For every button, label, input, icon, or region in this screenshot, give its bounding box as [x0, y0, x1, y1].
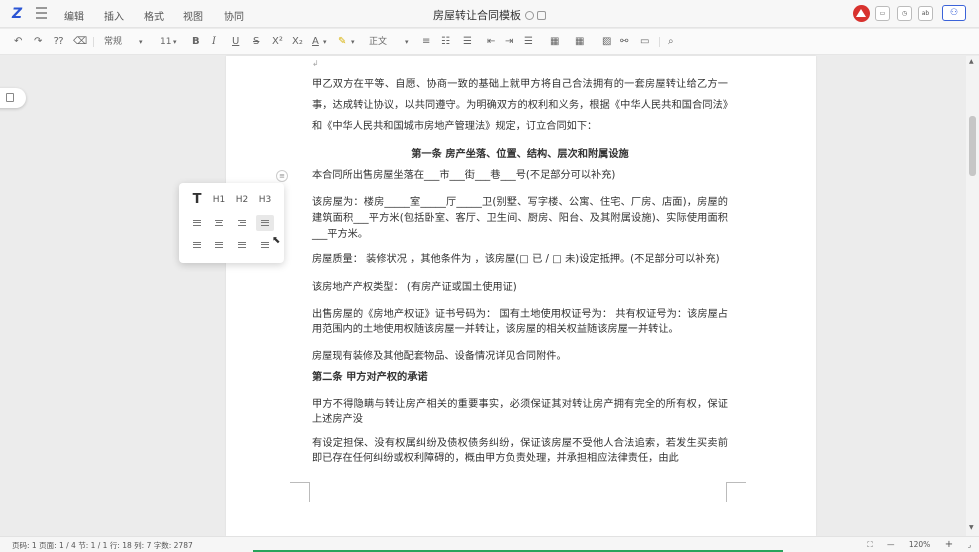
mouse-cursor-icon: ⬉ [272, 235, 281, 246]
save-icon[interactable] [537, 11, 546, 20]
paragraph[interactable]: 本合同所出售房屋坐落在___市___街___巷___号(不足部分可以补充) [312, 165, 728, 186]
document-stats: 页码: 1 页面: 1 / 4 节: 1 / 1 行: 18 列: 7 字数: … [12, 541, 193, 550]
bold-button[interactable]: B [192, 36, 200, 48]
title-bar: Z 编辑 插入 格式 视图 协同 房屋转让合同模板 ▭ ◷ ab ⚇ [0, 0, 979, 28]
link-icon[interactable]: ⚯ [620, 36, 628, 48]
align-icon[interactable]: ≡ [422, 36, 430, 48]
clear-format-icon[interactable]: ⌫ [73, 36, 87, 48]
share-user-icon: ⚇ [949, 8, 959, 18]
align-left-icon[interactable] [188, 215, 206, 231]
zoom-in-button[interactable]: + [945, 539, 953, 550]
more-icon[interactable]: ab [918, 6, 933, 21]
strikethrough-button[interactable]: S [253, 36, 259, 48]
outline-icon [6, 93, 14, 102]
document-title: 房屋转让合同模板 [0, 7, 979, 23]
paragraph-mark: ↲ [312, 59, 319, 68]
section-heading-2[interactable]: 第二条 甲方对产权的承诺 [312, 367, 728, 388]
font-color-button[interactable]: A [312, 36, 319, 48]
style-select[interactable]: 常规 [104, 36, 122, 48]
line-spacing-icon[interactable]: ☰ [524, 36, 533, 48]
toolbar: ↶ ↷ ⁇ ⌫ 常规 ▾ 11 ▾ B I U S X² X₂ A ▾ ✎ ▾ … [0, 29, 979, 55]
superscript-button[interactable]: X² [272, 36, 283, 48]
line-spacing-icon[interactable] [188, 237, 206, 253]
history-icon[interactable]: ◷ [897, 6, 912, 21]
font-size-select[interactable]: 11 [160, 36, 171, 48]
image-icon[interactable]: ▨ [602, 36, 611, 48]
italic-button[interactable]: I [212, 36, 216, 48]
status-icon [525, 11, 534, 20]
undo-icon[interactable]: ↶ [14, 36, 22, 48]
heading1-button[interactable]: H1 [210, 192, 228, 208]
section-heading-1[interactable]: 第一条 房产坐落、位置、结构、层次和附属设施 [312, 144, 728, 165]
toolbar-divider [659, 37, 660, 47]
subscript-button[interactable]: X₂ [292, 36, 303, 48]
heading-format-panel: T H1 H2 H3 ⬉ [179, 183, 284, 263]
page-margin-corner [290, 482, 310, 502]
paragraph[interactable]: 该房地产产权类型： (有房产证或国土使用证) [312, 277, 728, 298]
table-icon[interactable]: ▦ [550, 36, 559, 48]
chevron-down-icon[interactable]: ▾ [405, 36, 409, 48]
document-body[interactable]: ↲ 甲乙双方在平等、自愿、协商一致的基础上就甲方将自己合法拥有的一套房屋转让给乙… [312, 56, 728, 466]
bullet-list-icon[interactable] [233, 237, 251, 253]
user-avatar[interactable] [853, 5, 870, 22]
chevron-down-icon[interactable]: ▾ [173, 36, 177, 48]
paragraph-spacing-icon[interactable] [210, 237, 228, 253]
chevron-down-icon[interactable]: ▾ [351, 36, 355, 48]
search-icon[interactable]: ⌕ [668, 36, 674, 48]
comment-icon[interactable]: ▭ [875, 6, 890, 21]
redo-icon[interactable]: ↷ [34, 36, 42, 48]
justify-icon[interactable] [256, 215, 274, 231]
format-painter-icon[interactable]: ⁇ [54, 36, 63, 48]
zoom-out-button[interactable]: — [887, 540, 895, 549]
outdent-icon[interactable]: ⇤ [487, 36, 495, 48]
scrollbar-thumb[interactable] [969, 116, 976, 176]
paragraph[interactable]: 有设定担保、没有权属纠纷及债权债务纠纷，保证该房屋不受他人合法追索，若发生买卖前… [312, 436, 728, 466]
indent-icon[interactable]: ⇥ [505, 36, 513, 48]
share-button[interactable]: ⚇ [942, 5, 966, 21]
toolbar-divider [93, 37, 94, 47]
align-center-icon[interactable] [210, 215, 228, 231]
bullet-list-icon[interactable]: ☰ [463, 36, 472, 48]
text-style-button[interactable]: T [188, 192, 206, 208]
chevron-down-icon[interactable]: ▾ [139, 36, 143, 48]
document-title-text[interactable]: 房屋转让合同模板 [433, 9, 521, 22]
document-page[interactable]: ↲ 甲乙双方在平等、自愿、协商一致的基础上就甲方将自己合法拥有的一套房屋转让给乙… [226, 56, 816, 536]
insert-icon[interactable]: ▦ [575, 36, 584, 48]
document-canvas: ↲ 甲乙双方在平等、自愿、协商一致的基础上就甲方将自己合法拥有的一套房屋转让给乙… [0, 56, 965, 536]
zoom-level[interactable]: 120% [909, 540, 930, 549]
scroll-down-icon[interactable]: ▼ [969, 524, 974, 531]
chevron-down-icon[interactable]: ▾ [323, 36, 327, 48]
paragraph-style-select[interactable]: 正文 [369, 36, 387, 48]
comment-insert-icon[interactable]: ▭ [640, 36, 649, 48]
align-right-icon[interactable] [233, 215, 251, 231]
heading2-button[interactable]: H2 [233, 192, 251, 208]
outline-toggle-button[interactable] [0, 88, 26, 108]
paragraph[interactable]: 房屋现有装修及其他配套物品、设备情况详见合同附件。 [312, 346, 728, 367]
intro-paragraph[interactable]: 甲乙双方在平等、自愿、协商一致的基础上就甲方将自己合法拥有的一套房屋转让给乙方一… [312, 74, 728, 137]
paragraph[interactable]: 该房屋为：楼房_____室_____厅_____卫(别墅、写字楼、公寓、住宅、厂… [312, 195, 728, 243]
ordered-list-icon[interactable]: ☷ [441, 36, 450, 48]
scroll-up-icon[interactable]: ▲ [969, 58, 974, 65]
paragraph[interactable]: 出售房屋的《房地产权证》证书号码为： 国有土地使用权证号为： 共有权证号为：该房… [312, 307, 728, 337]
paragraph[interactable]: 甲方不得隐瞒与转让房产相关的重要事实，必须保证其对转让房产拥有完全的所有权，保证… [312, 397, 728, 427]
paragraph[interactable]: 房屋质量： 装修状况 ，其他条件为 ，该房屋(□ 已 / □ 未)设定抵押。(不… [312, 252, 728, 268]
highlight-icon[interactable]: ✎ [338, 36, 346, 48]
heading3-button[interactable]: H3 [256, 192, 274, 208]
page-margin-corner [726, 482, 746, 502]
vertical-scrollbar[interactable]: ▲ ▼ [966, 56, 979, 536]
fit-page-icon[interactable]: ⛶ [867, 540, 872, 549]
paragraph-handle[interactable]: ≡ [276, 170, 288, 182]
fullscreen-icon[interactable]: ⌟ [967, 540, 971, 549]
underline-button[interactable]: U [232, 36, 239, 48]
